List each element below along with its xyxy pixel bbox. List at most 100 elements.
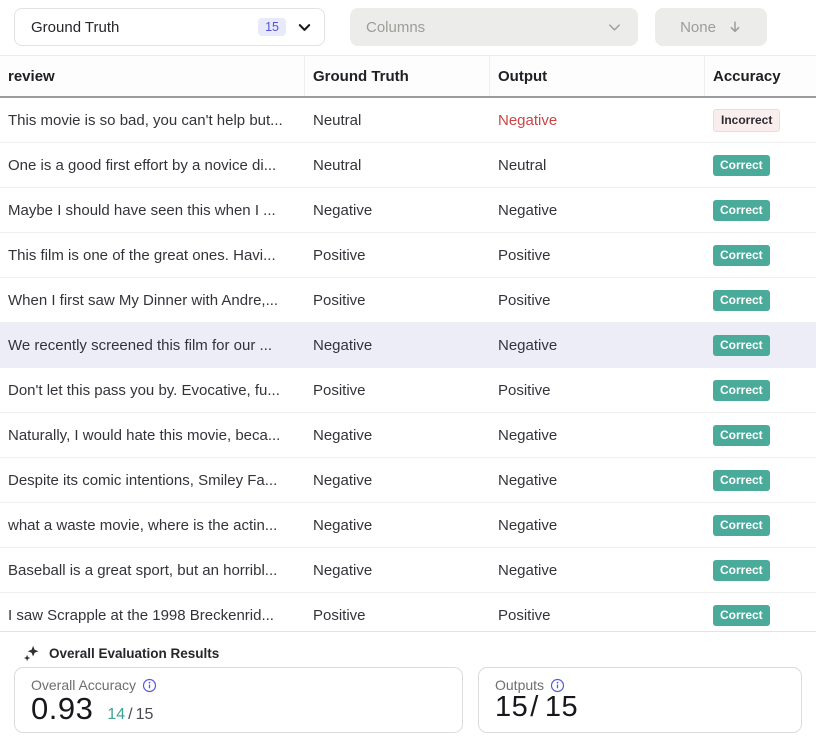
accuracy-badge: Correct bbox=[713, 335, 770, 356]
overall-results-panel: Overall Evaluation Results Overall Accur… bbox=[0, 631, 816, 747]
overall-accuracy-value: 0.93 bbox=[31, 691, 93, 727]
column-header-ground-truth[interactable]: Ground Truth bbox=[305, 56, 490, 96]
table-row[interactable]: Don't let this pass you by. Evocative, f… bbox=[0, 368, 816, 413]
accuracy-badge: Correct bbox=[713, 290, 770, 311]
outputs-card: Outputs 15/15 bbox=[478, 667, 802, 733]
accuracy-cell: Correct bbox=[705, 515, 816, 536]
filter-count-badge: 15 bbox=[258, 18, 286, 36]
output-cell-text: Negative bbox=[490, 202, 705, 219]
arrow-down-icon bbox=[728, 20, 742, 34]
accuracy-cell: Correct bbox=[705, 380, 816, 401]
output-cell-text: Neutral bbox=[490, 157, 705, 174]
accuracy-badge: Correct bbox=[713, 200, 770, 221]
outputs-separator: / bbox=[530, 691, 539, 723]
sort-button[interactable]: None bbox=[655, 8, 767, 46]
table-row[interactable]: Despite its comic intentions, Smiley Fa.… bbox=[0, 458, 816, 503]
column-header-output[interactable]: Output bbox=[490, 56, 705, 96]
accuracy-fraction: 14/15 bbox=[107, 706, 153, 724]
table-row[interactable]: what a waste movie, where is the actin..… bbox=[0, 503, 816, 548]
review-cell: what a waste movie, where is the actin..… bbox=[0, 517, 305, 534]
ground-truth-cell: Negative bbox=[305, 427, 490, 444]
review-cell: I saw Scrapple at the 1998 Breckenrid... bbox=[0, 607, 305, 624]
table-row[interactable]: We recently screened this film for our .… bbox=[0, 323, 816, 368]
table-row[interactable]: Naturally, I would hate this movie, beca… bbox=[0, 413, 816, 458]
table-row[interactable]: One is a good first effort by a novice d… bbox=[0, 143, 816, 188]
review-cell: Naturally, I would hate this movie, beca… bbox=[0, 427, 305, 444]
output-cell-text: Positive bbox=[490, 607, 705, 624]
accuracy-cell: Correct bbox=[705, 290, 816, 311]
ground-truth-cell: Positive bbox=[305, 607, 490, 624]
column-header-accuracy[interactable]: Accuracy bbox=[705, 56, 816, 96]
output-cell-text: Negative bbox=[490, 337, 705, 354]
columns-select-placeholder: Columns bbox=[366, 19, 425, 36]
accuracy-cell: Correct bbox=[705, 470, 816, 491]
review-cell: We recently screened this film for our .… bbox=[0, 337, 305, 354]
accuracy-badge: Correct bbox=[713, 155, 770, 176]
overall-accuracy-card: Overall Accuracy 0.93 14/15 bbox=[14, 667, 463, 733]
review-cell: Despite its comic intentions, Smiley Fa.… bbox=[0, 472, 305, 489]
ground-truth-cell: Positive bbox=[305, 292, 490, 309]
results-header: Overall Evaluation Results bbox=[0, 632, 816, 662]
outputs-value: 15/15 bbox=[495, 691, 578, 724]
accuracy-badge: Correct bbox=[713, 515, 770, 536]
accuracy-cell: Correct bbox=[705, 425, 816, 446]
accuracy-badge: Correct bbox=[713, 560, 770, 581]
table-row[interactable]: When I first saw My Dinner with Andre,..… bbox=[0, 278, 816, 323]
table-row[interactable]: Baseball is a great sport, but an horrib… bbox=[0, 548, 816, 593]
table-row[interactable]: This movie is so bad, you can't help but… bbox=[0, 98, 816, 143]
accuracy-cell: Correct bbox=[705, 200, 816, 221]
accuracy-cell: Correct bbox=[705, 560, 816, 581]
table-row[interactable]: This film is one of the great ones. Havi… bbox=[0, 233, 816, 278]
table-body: This movie is so bad, you can't help but… bbox=[0, 98, 816, 638]
accuracy-cell: Correct bbox=[705, 335, 816, 356]
output-cell-text: Positive bbox=[490, 382, 705, 399]
ground-truth-cell: Negative bbox=[305, 517, 490, 534]
accuracy-badge: Correct bbox=[713, 425, 770, 446]
ground-truth-cell: Negative bbox=[305, 562, 490, 579]
toolbar: Ground Truth 15 Columns None bbox=[0, 0, 816, 56]
review-cell: When I first saw My Dinner with Andre,..… bbox=[0, 292, 305, 309]
fraction-separator: / bbox=[128, 706, 132, 723]
chevron-down-icon bbox=[607, 20, 622, 35]
accuracy-badge: Correct bbox=[713, 380, 770, 401]
accuracy-badge: Correct bbox=[713, 470, 770, 491]
accuracy-fraction-denominator: 15 bbox=[136, 706, 154, 723]
table-row[interactable]: Maybe I should have seen this when I ...… bbox=[0, 188, 816, 233]
chevron-down-icon bbox=[297, 20, 312, 35]
output-cell-text: Positive bbox=[490, 247, 705, 264]
output-cell-text: Negative bbox=[490, 517, 705, 534]
ground-truth-cell: Negative bbox=[305, 337, 490, 354]
outputs-numerator: 15 bbox=[495, 691, 528, 723]
results-panel-title: Overall Evaluation Results bbox=[49, 646, 219, 661]
accuracy-fraction-numerator: 14 bbox=[107, 706, 125, 723]
review-cell: This movie is so bad, you can't help but… bbox=[0, 112, 305, 129]
results-cards: Overall Accuracy 0.93 14/15 Outputs 15/1… bbox=[14, 667, 802, 733]
accuracy-badge: Correct bbox=[713, 245, 770, 266]
review-cell: Baseball is a great sport, but an horrib… bbox=[0, 562, 305, 579]
accuracy-cell: Correct bbox=[705, 605, 816, 626]
accuracy-badge: Incorrect bbox=[713, 109, 780, 132]
review-cell: Maybe I should have seen this when I ... bbox=[0, 202, 305, 219]
sparkles-icon bbox=[22, 644, 40, 662]
ground-truth-cell: Negative bbox=[305, 202, 490, 219]
ground-truth-cell: Neutral bbox=[305, 157, 490, 174]
ground-truth-cell: Negative bbox=[305, 472, 490, 489]
column-header-review[interactable]: review bbox=[0, 56, 305, 96]
output-cell-text: Positive bbox=[490, 292, 705, 309]
output-cell-text: Negative bbox=[490, 472, 705, 489]
ground-truth-cell: Positive bbox=[305, 247, 490, 264]
accuracy-badge: Correct bbox=[713, 605, 770, 626]
ground-truth-filter-select[interactable]: Ground Truth 15 bbox=[14, 8, 325, 46]
results-table: review Ground Truth Output Accuracy This… bbox=[0, 56, 816, 638]
table-header: review Ground Truth Output Accuracy bbox=[0, 56, 816, 98]
output-cell-text: Negative bbox=[490, 112, 705, 129]
output-cell-text: Negative bbox=[490, 562, 705, 579]
sort-button-label: None bbox=[680, 19, 716, 36]
info-icon[interactable] bbox=[142, 678, 157, 693]
filter-select-label: Ground Truth bbox=[31, 19, 258, 36]
ground-truth-cell: Neutral bbox=[305, 112, 490, 129]
review-cell: This film is one of the great ones. Havi… bbox=[0, 247, 305, 264]
columns-select[interactable]: Columns bbox=[350, 8, 638, 46]
ground-truth-cell: Positive bbox=[305, 382, 490, 399]
accuracy-cell: Correct bbox=[705, 245, 816, 266]
